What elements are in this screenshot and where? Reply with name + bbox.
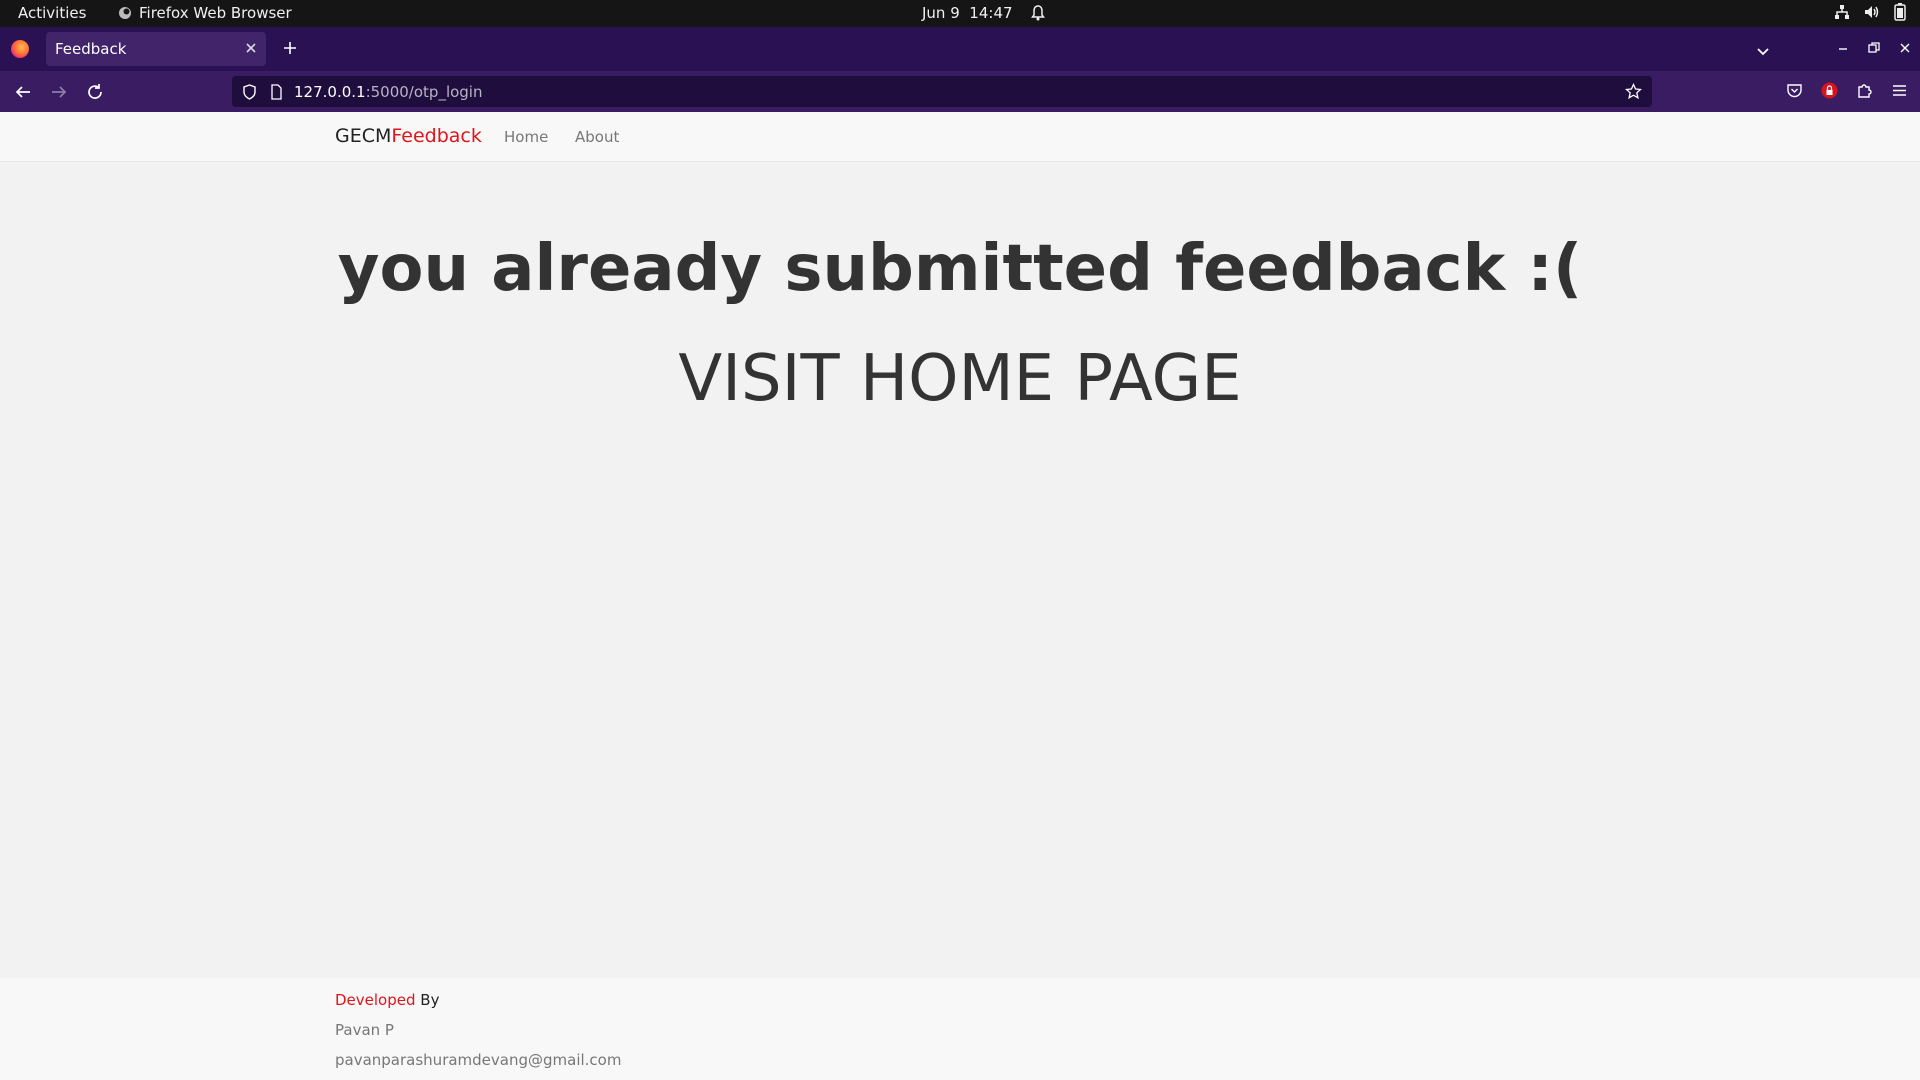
system-tray[interactable] [1834, 3, 1906, 21]
developer-email: pavanparashuramdevang@gmail.com [335, 1051, 622, 1069]
volume-icon [1864, 4, 1880, 20]
toolbar-buttons [1786, 82, 1908, 103]
pocket-icon[interactable] [1786, 82, 1803, 103]
tab-title: Feedback [55, 40, 127, 58]
shield-icon[interactable] [242, 84, 257, 104]
developer-name: Pavan P [335, 1021, 394, 1039]
firefox-icon [118, 6, 132, 20]
chevron-down-icon[interactable] [1756, 42, 1770, 61]
developed-label: Developed [335, 991, 416, 1009]
brand-feedback: Feedback [391, 125, 482, 147]
address-bar[interactable]: 127.0.0.1:5000/otp_login [232, 76, 1652, 107]
restore-icon[interactable] [1867, 40, 1881, 59]
by-label: By [415, 991, 440, 1009]
site-navbar: GECMFeedback Home About [0, 112, 1920, 162]
new-tab-icon[interactable] [282, 40, 298, 60]
already-submitted-message: you already submitted feedback :( [337, 232, 1583, 306]
brand-logo[interactable]: GECMFeedback [335, 125, 482, 147]
notification-bell-icon [1030, 5, 1045, 21]
brand-gecm: GECM [335, 125, 392, 147]
close-tab-icon[interactable] [244, 41, 258, 59]
bookmark-star-icon[interactable] [1624, 82, 1643, 104]
visit-home-page-link[interactable]: VISIT HOME PAGE [0, 342, 1920, 416]
window-controls [1836, 40, 1912, 59]
activities-button[interactable]: Activities [18, 4, 86, 22]
tab-feedback[interactable]: Feedback [46, 32, 266, 66]
url-text: 127.0.0.1:5000/otp_login [294, 83, 482, 101]
hamburger-menu-icon[interactable] [1891, 82, 1908, 103]
page-icon[interactable] [270, 84, 283, 104]
footer: Developed By Pavan P pavanparashuramdeva… [0, 978, 1920, 1080]
app-menu[interactable]: Firefox Web Browser [118, 4, 292, 22]
clock-date: Jun 9 [922, 4, 960, 22]
network-icon [1834, 4, 1850, 20]
navigation-toolbar: 127.0.0.1:5000/otp_login [0, 71, 1920, 112]
extensions-puzzle-icon[interactable] [1856, 82, 1873, 103]
close-window-icon[interactable] [1898, 40, 1912, 59]
reload-icon[interactable] [86, 83, 104, 105]
minimize-icon[interactable] [1836, 40, 1850, 59]
clock-time: 14:47 [969, 4, 1013, 22]
battery-icon [1894, 3, 1906, 21]
main-content: you already submitted feedback :( VISIT … [0, 162, 1920, 978]
extension-lock-icon[interactable] [1821, 82, 1838, 103]
tab-strip: Feedback [0, 27, 1920, 71]
forward-arrow-icon[interactable] [50, 83, 68, 105]
clock[interactable]: Jun 9 14:47 [922, 4, 1045, 22]
nav-about-link[interactable]: About [575, 128, 619, 146]
developed-by: Developed By [335, 991, 439, 1009]
app-name: Firefox Web Browser [139, 4, 292, 22]
firefox-logo-icon [11, 40, 29, 58]
back-arrow-icon[interactable] [14, 83, 32, 105]
url-host: 127.0.0.1 [294, 83, 366, 101]
url-path: :5000/otp_login [365, 83, 483, 101]
system-top-bar: Activities Firefox Web Browser Jun 9 14:… [0, 0, 1920, 27]
nav-home-link[interactable]: Home [504, 128, 548, 146]
